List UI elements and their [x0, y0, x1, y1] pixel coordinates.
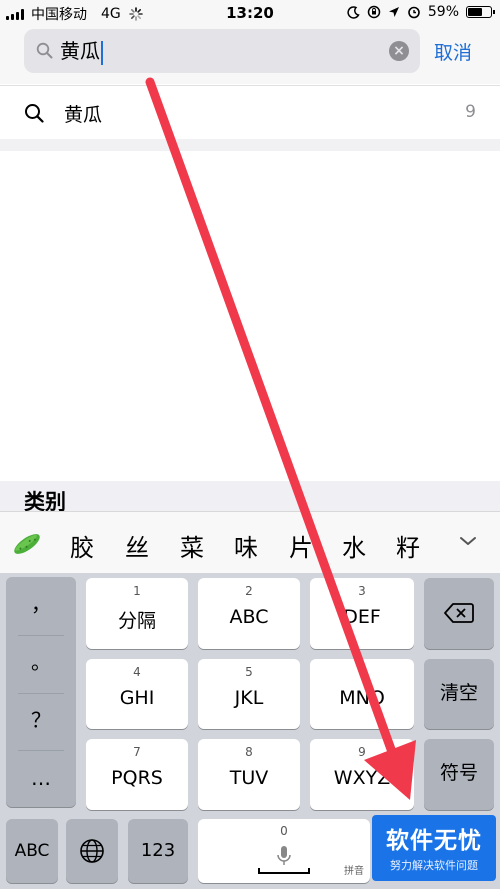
- numbers-button[interactable]: 123: [128, 819, 188, 883]
- moon-icon: [347, 5, 360, 19]
- pinyin-label: 拼音: [344, 866, 364, 877]
- candidate-word[interactable]: 籽: [396, 528, 420, 563]
- key-4[interactable]: 4 GHI: [86, 659, 188, 729]
- punctuation-key[interactable]: 。: [6, 637, 76, 694]
- alarm-icon: [408, 6, 420, 19]
- space-bar-line: [258, 868, 310, 874]
- status-right: 59%: [347, 4, 495, 20]
- search-query: 黄瓜: [60, 39, 100, 63]
- key-8[interactable]: 8 TUV: [198, 739, 300, 810]
- key-5[interactable]: 5 JKL: [198, 659, 300, 729]
- key-label: JKL: [234, 687, 264, 709]
- search-bar: 黄瓜 × 取消: [0, 26, 500, 84]
- divider: [18, 750, 64, 751]
- punctuation-key[interactable]: ，: [6, 579, 76, 636]
- key-9[interactable]: 9 WXYZ: [310, 739, 414, 810]
- punctuation-column: ， 。 ？ …: [6, 577, 76, 807]
- punctuation-key[interactable]: …: [6, 753, 76, 810]
- key-number: 9: [358, 745, 366, 759]
- key-3[interactable]: 3 DEF: [310, 578, 414, 649]
- candidate-word[interactable]: 胶: [70, 528, 94, 563]
- key-number: 2: [245, 584, 253, 598]
- search-icon: [25, 104, 44, 123]
- abc-button[interactable]: ABC: [6, 819, 58, 883]
- symbol-label: 符号: [439, 762, 478, 784]
- key-number: 7: [133, 745, 141, 759]
- punctuation-key[interactable]: ？: [6, 695, 76, 752]
- symbol-button[interactable]: 符号: [424, 739, 494, 810]
- key-label: 分隔: [117, 610, 156, 632]
- clear-label: 清空: [439, 682, 478, 704]
- battery-icon: [466, 6, 495, 18]
- battery-percent: 59%: [427, 4, 459, 20]
- chevron-down-icon[interactable]: [459, 532, 477, 550]
- candidate-word[interactable]: 片: [289, 528, 313, 563]
- key-6[interactable]: 6 MNO: [310, 659, 414, 729]
- key-label: GHI: [119, 687, 155, 709]
- watermark-subtitle: 努力解决软件问题: [390, 859, 478, 872]
- text-cursor: [101, 40, 103, 65]
- key-number: 6: [358, 665, 366, 679]
- rotation-lock-icon: [367, 5, 381, 19]
- suggestion-row[interactable]: 黄瓜 9: [0, 85, 500, 139]
- key-label: ABC: [229, 606, 269, 628]
- key-number: 4: [133, 665, 141, 679]
- key-label: PQRS: [111, 767, 163, 789]
- cancel-button[interactable]: 取消: [434, 38, 472, 65]
- suggestion-text: 黄瓜: [64, 104, 103, 126]
- section-header-band: [0, 481, 500, 511]
- key-label: TUV: [229, 767, 269, 789]
- cucumber-emoji-icon[interactable]: [10, 527, 44, 561]
- search-icon: [36, 42, 53, 59]
- key-label: WXYZ: [333, 767, 391, 789]
- search-screen: 中国移动 4G 13:20 59% 黄瓜 × 取消 黄瓜 9 类别 胶 丝 菜 …: [0, 0, 500, 889]
- backspace-icon: [444, 603, 474, 623]
- status-bar: 中国移动 4G 13:20 59%: [0, 0, 500, 26]
- candidate-word[interactable]: 丝: [125, 528, 149, 563]
- key-number: 1: [133, 584, 141, 598]
- divider-band: [0, 139, 500, 151]
- search-input[interactable]: 黄瓜 ×: [24, 29, 420, 73]
- key-number: 8: [245, 745, 253, 759]
- key-number: 3: [358, 584, 366, 598]
- search-query-wrap: 黄瓜: [60, 38, 103, 65]
- watermark-logo: 软件无忧 努力解决软件问题: [372, 815, 496, 881]
- key-number: 0: [280, 824, 288, 838]
- divider: [18, 635, 64, 636]
- suggestion-count: 9: [465, 102, 476, 122]
- candidate-word[interactable]: 菜: [180, 528, 204, 563]
- location-icon: [388, 7, 399, 17]
- abc-label: ABC: [14, 841, 50, 861]
- clear-search-button[interactable]: ×: [389, 41, 409, 61]
- key-2[interactable]: 2 ABC: [198, 578, 300, 649]
- key-number: 5: [245, 665, 253, 679]
- backspace-button[interactable]: [424, 578, 494, 649]
- key-label: DEF: [343, 606, 381, 628]
- clear-button[interactable]: 清空: [424, 659, 494, 729]
- space-key[interactable]: 0 拼音: [198, 819, 370, 883]
- key-7[interactable]: 7 PQRS: [86, 739, 188, 810]
- candidate-word[interactable]: 味: [234, 528, 258, 563]
- globe-button[interactable]: [66, 819, 118, 883]
- results-area: [0, 151, 500, 481]
- key-1[interactable]: 1 分隔: [86, 578, 188, 649]
- watermark-title: 软件无忧: [386, 828, 482, 854]
- microphone-icon: [277, 846, 291, 865]
- candidate-word[interactable]: 水: [342, 528, 366, 563]
- candidate-bar: 胶 丝 菜 味 片 水 籽: [0, 511, 500, 573]
- divider: [18, 693, 64, 694]
- key-label: MNO: [339, 687, 385, 709]
- numbers-label: 123: [140, 840, 176, 861]
- globe-icon: [80, 839, 104, 863]
